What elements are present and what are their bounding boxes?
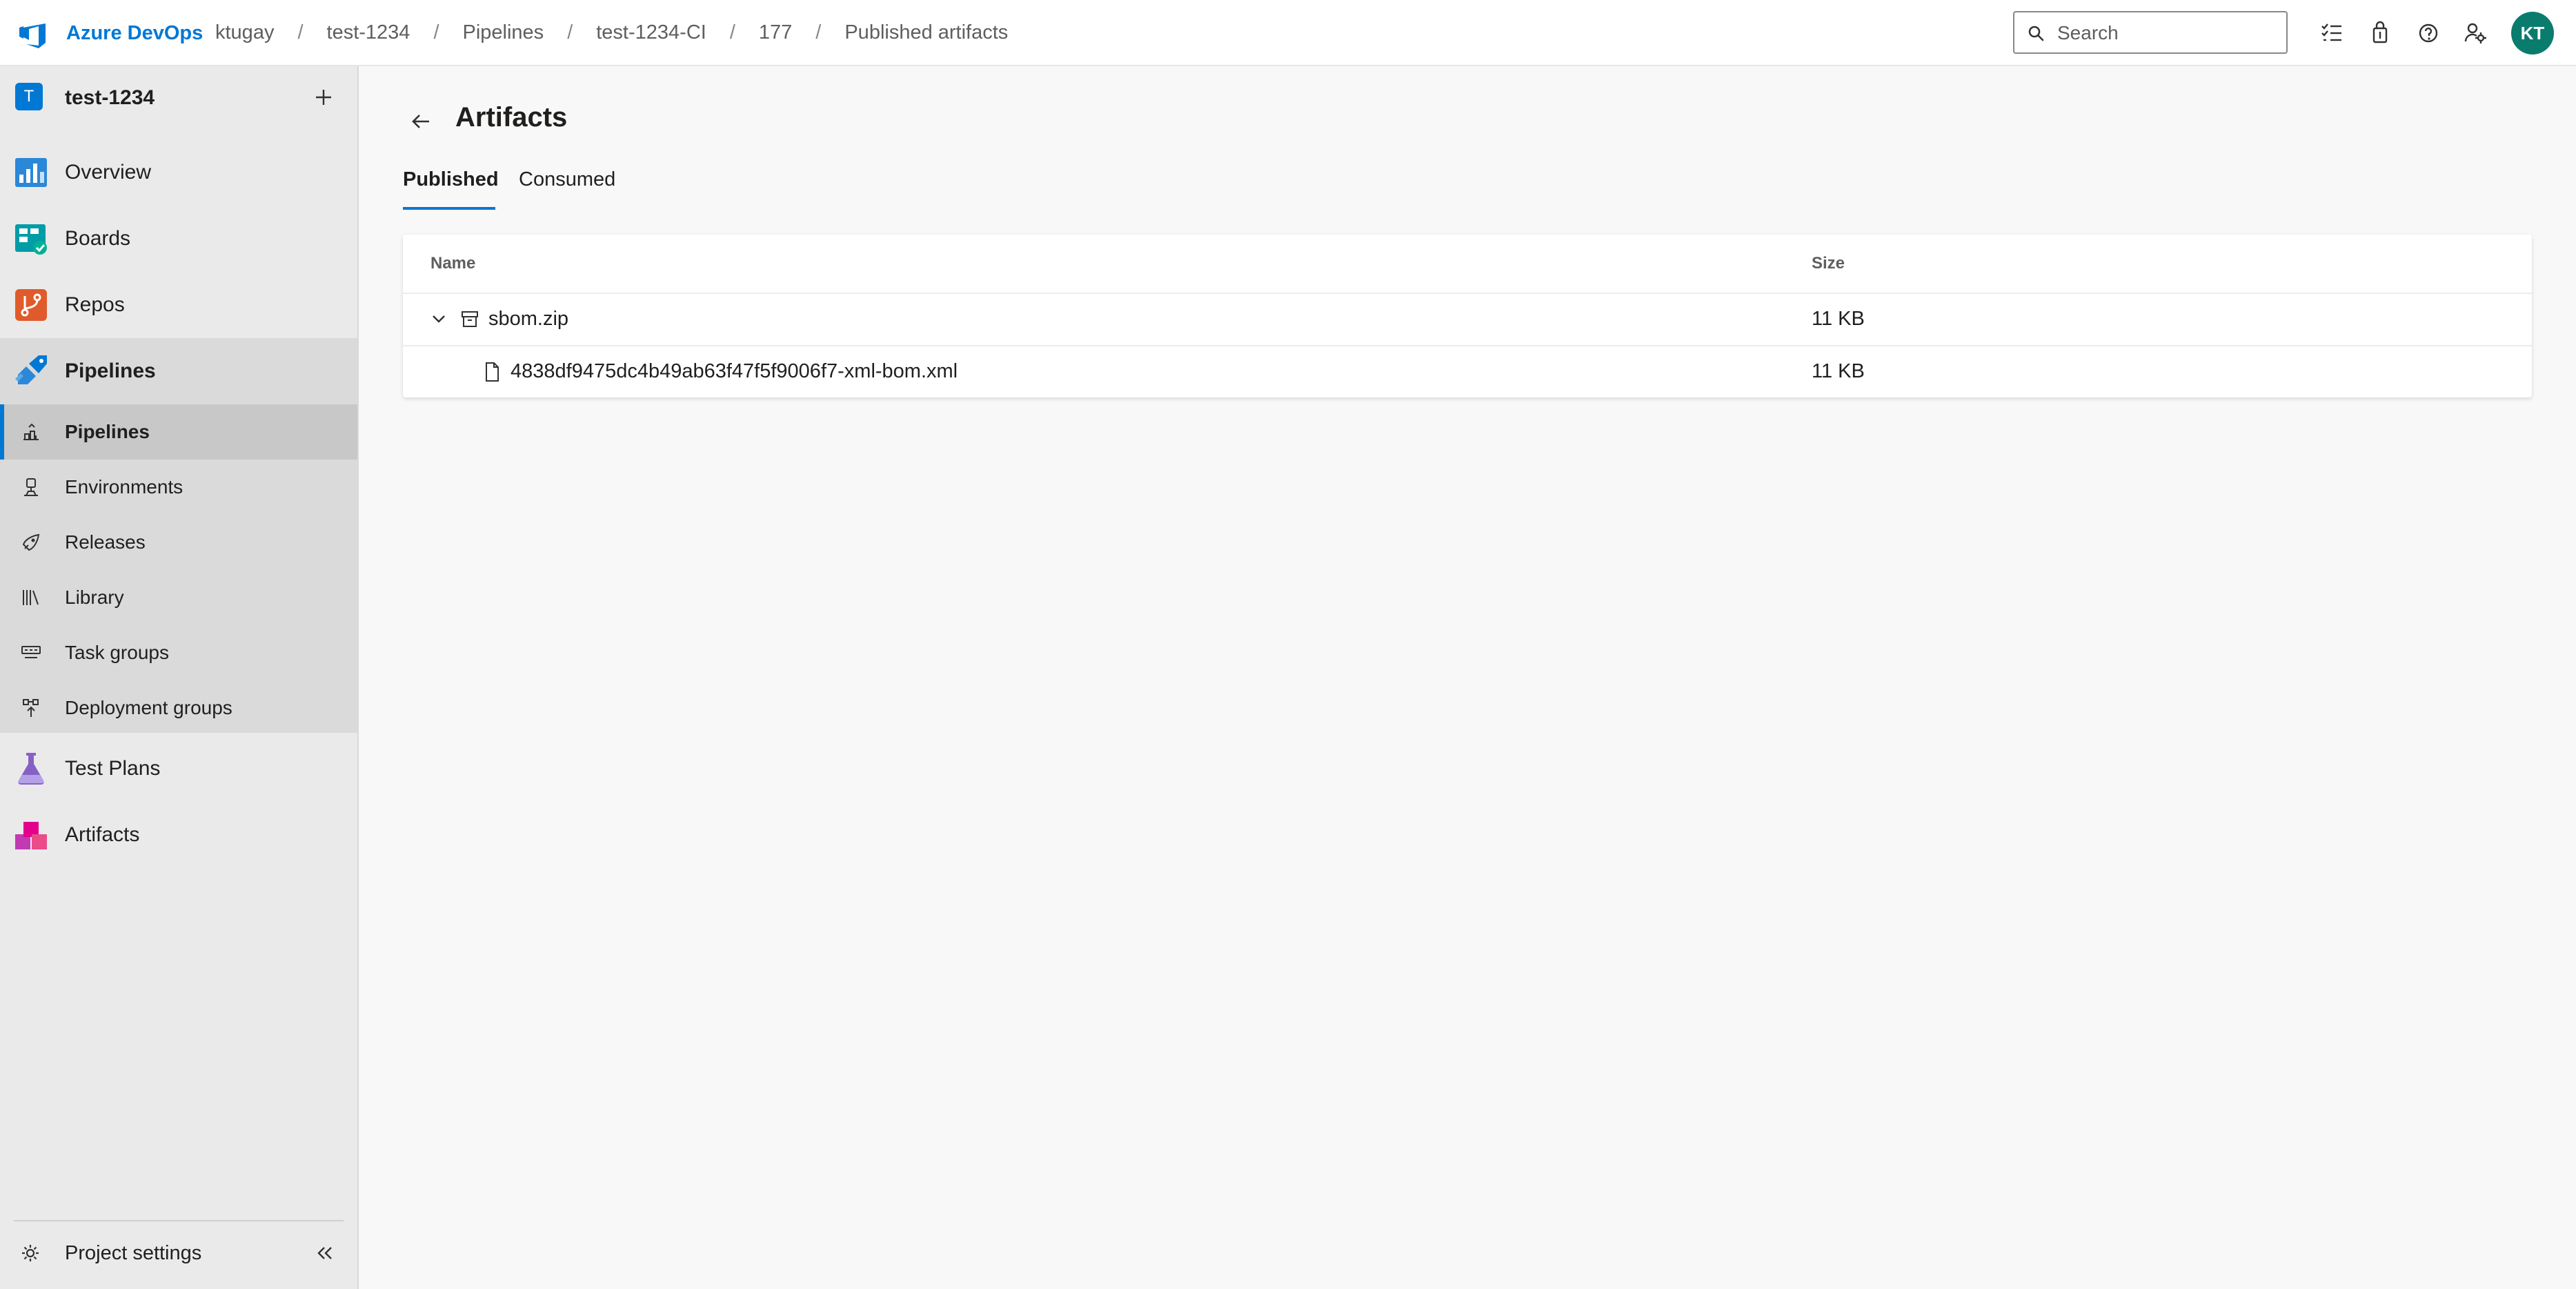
sidebar-item-label: Repos	[65, 293, 125, 316]
breadcrumb-separator: /	[729, 21, 735, 43]
breadcrumb-project[interactable]: test-1234	[327, 21, 410, 44]
column-header-name[interactable]: Name	[430, 254, 475, 273]
sidebar-subitem-label: Environments	[65, 476, 184, 498]
repos-icon	[15, 289, 47, 321]
breadcrumb-run[interactable]: 177	[759, 21, 792, 44]
artifact-size: 11 KB	[1812, 360, 1865, 382]
sidebar-item-test-plans[interactable]: Test Plans	[0, 736, 357, 802]
breadcrumb-organization[interactable]: ktugay	[215, 21, 274, 44]
user-settings-icon[interactable]	[2463, 21, 2488, 46]
sidebar-subitem-label: Task groups	[65, 642, 169, 663]
sidebar-subitem-label: Deployment groups	[65, 697, 232, 718]
artifact-name[interactable]: sbom.zip	[488, 308, 568, 331]
page-title: Artifacts	[455, 102, 568, 132]
sidebar-item-label: Pipelines	[65, 360, 156, 382]
deployment-groups-icon	[23, 699, 39, 717]
sidebar-item-boards[interactable]: Boards	[0, 206, 357, 272]
azure-devops-logo-icon[interactable]	[17, 18, 48, 48]
breadcrumb-separator: /	[567, 21, 573, 43]
artifacts-icon	[15, 822, 47, 849]
plus-icon[interactable]	[312, 86, 335, 109]
sidebar-subitem-deployment-groups[interactable]: Deployment groups	[0, 680, 357, 736]
sidebar-item-label: Overview	[65, 161, 152, 184]
chevron-down-icon[interactable]	[429, 309, 448, 328]
sidebar-subitem-task-groups[interactable]: Task groups	[0, 625, 357, 680]
sidebar-subitem-library[interactable]: Library	[0, 570, 357, 625]
sidebar-divider	[14, 1220, 344, 1221]
search-box[interactable]	[2013, 11, 2288, 54]
pipelines-sub-icon	[23, 423, 39, 440]
boards-icon	[15, 224, 47, 255]
collapse-sidebar-icon[interactable]	[313, 1242, 335, 1264]
breadcrumb-separator: /	[815, 21, 822, 43]
breadcrumb-separator: /	[297, 21, 304, 43]
project-settings-link[interactable]: Project settings	[0, 1234, 357, 1271]
environments-icon	[24, 478, 38, 496]
marketplace-bag-icon[interactable]	[2368, 21, 2392, 46]
back-arrow-icon[interactable]	[408, 109, 433, 134]
sidebar-subitem-label: Library	[65, 587, 124, 608]
sidebar-item-overview[interactable]: Overview	[0, 139, 357, 206]
artifacts-table: Name Size sbom.zip 11 KB 4838df9475dc4b4…	[403, 235, 2532, 397]
pipelines-icon	[15, 355, 47, 384]
work-items-icon[interactable]	[2319, 21, 2344, 46]
archive-icon	[462, 311, 478, 327]
sidebar-subitem-releases[interactable]: Releases	[0, 515, 357, 570]
test-plans-icon	[18, 753, 44, 785]
overview-icon	[15, 158, 47, 187]
brand-name[interactable]: Azure DevOps	[66, 22, 203, 45]
sidebar-subitem-label: Releases	[65, 531, 146, 553]
breadcrumb-pipelines[interactable]: Pipelines	[463, 21, 544, 44]
library-icon	[23, 590, 39, 605]
column-header-size[interactable]: Size	[1812, 254, 1845, 273]
gear-icon	[22, 1245, 39, 1261]
pipelines-nav-group: Pipelines Pipelines Environments Release…	[0, 338, 357, 733]
sidebar-item-label: Boards	[65, 227, 131, 250]
tab-consumed[interactable]: Consumed	[519, 168, 615, 191]
file-icon	[486, 362, 499, 382]
help-icon[interactable]	[2416, 21, 2441, 46]
avatar[interactable]: KT	[2511, 12, 2554, 55]
top-header: Azure DevOps ktugay / test-1234 / Pipeli…	[0, 0, 2576, 66]
sidebar-item-label: Artifacts	[65, 823, 140, 846]
sidebar-subitem-environments[interactable]: Environments	[0, 460, 357, 515]
artifact-size: 11 KB	[1812, 308, 1865, 330]
active-tab-indicator	[403, 207, 495, 210]
breadcrumb-separator: /	[433, 21, 439, 43]
search-icon	[2028, 26, 2044, 41]
sidebar-subitem-pipelines[interactable]: Pipelines	[0, 404, 357, 460]
search-input[interactable]	[2057, 21, 2278, 46]
breadcrumb-current[interactable]: Published artifacts	[844, 21, 1008, 44]
sidebar: T test-1234 Overview Boards Repos Pipeli…	[0, 66, 359, 1289]
tab-published[interactable]: Published	[403, 168, 499, 191]
project-name[interactable]: test-1234	[65, 86, 155, 110]
releases-icon	[22, 533, 40, 551]
project-avatar[interactable]: T	[15, 83, 43, 110]
table-row[interactable]: 4838df9475dc4b49ab63f47f5f9006f7-xml-bom…	[403, 345, 2532, 397]
sidebar-item-repos[interactable]: Repos	[0, 272, 357, 338]
project-settings-label: Project settings	[65, 1242, 202, 1264]
breadcrumb-pipeline[interactable]: test-1234-CI	[596, 21, 706, 44]
sidebar-item-artifacts[interactable]: Artifacts	[0, 802, 357, 868]
sidebar-item-pipelines[interactable]: Pipelines	[0, 338, 357, 404]
table-row[interactable]: sbom.zip 11 KB	[403, 293, 2532, 345]
task-groups-icon	[21, 646, 41, 658]
sidebar-item-label: Test Plans	[65, 757, 161, 780]
sidebar-subitem-label: Pipelines	[65, 421, 150, 442]
breadcrumb: ktugay / test-1234 / Pipelines / test-12…	[215, 21, 1008, 44]
artifact-name[interactable]: 4838df9475dc4b49ab63f47f5f9006f7-xml-bom…	[511, 360, 958, 383]
